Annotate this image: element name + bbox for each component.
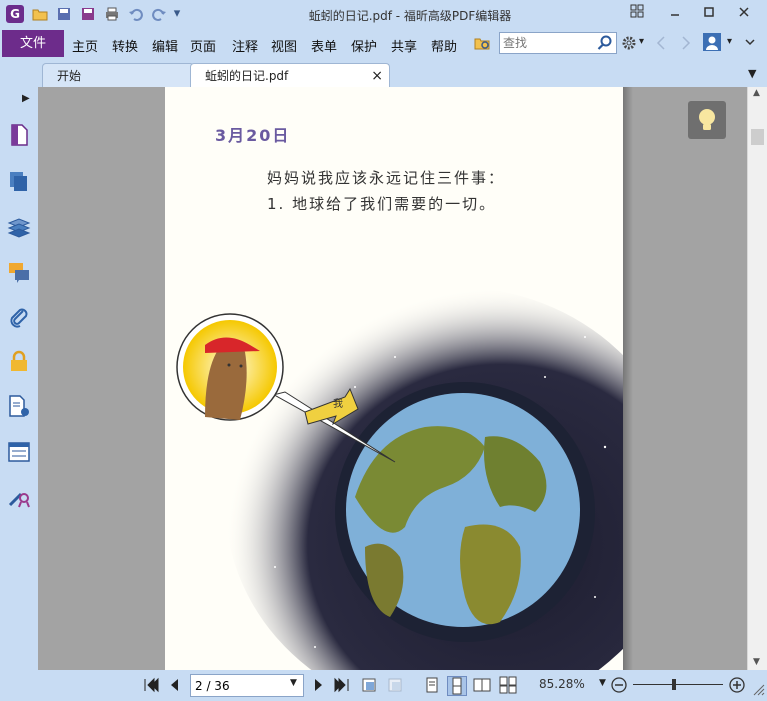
save-as-icon[interactable] — [80, 6, 96, 22]
menu-view[interactable]: 视图 — [271, 36, 297, 55]
menu-form[interactable]: 表单 — [311, 36, 337, 55]
status-bar: ▼ 85.28% ▼ — [0, 670, 767, 701]
tab-start[interactable]: 开始 — [42, 63, 194, 88]
menu-protect[interactable]: 保护 — [351, 36, 377, 55]
close-window-button[interactable] — [734, 4, 754, 24]
ribbon-display-icon[interactable] — [627, 4, 647, 24]
menu-share[interactable]: 共享 — [391, 36, 417, 55]
page-text-line-2: 1. 地球给了我们需要的一切。 — [267, 195, 497, 213]
next-view-status-icon[interactable] — [386, 676, 404, 694]
page-shadow — [623, 87, 633, 670]
zoom-in-icon[interactable] — [728, 676, 746, 694]
zoom-dropdown-icon[interactable]: ▼ — [599, 678, 606, 688]
search-icon[interactable] — [596, 34, 614, 52]
page-number-input[interactable] — [191, 675, 291, 696]
scrollbar-thumb[interactable] — [751, 129, 764, 145]
previous-view-icon[interactable] — [655, 35, 667, 51]
signature-icon[interactable] — [7, 485, 31, 509]
attachments-icon[interactable] — [7, 305, 31, 329]
page-dropdown-icon[interactable]: ▼ — [290, 678, 297, 688]
scroll-up-icon[interactable]: ▲ — [753, 88, 760, 98]
search-box — [499, 32, 617, 54]
window-title: 蚯蚓的日记.pdf - 福昕高级PDF编辑器 — [308, 9, 512, 23]
pages-icon[interactable] — [7, 169, 31, 193]
account-dropdown-icon[interactable]: ▾ — [727, 36, 732, 47]
document-view: 3月20日 妈妈说我应该永远记住三件事： 1. 地球给了我们需要的一切。 我 — [38, 87, 747, 670]
redo-icon[interactable] — [151, 6, 167, 22]
tab-list-dropdown-icon[interactable]: ▼ — [748, 67, 756, 80]
tab-start-label: 开始 — [57, 69, 82, 83]
zoom-level-text: 85.28% — [539, 677, 585, 691]
scroll-down-icon[interactable]: ▼ — [753, 657, 760, 667]
previous-page-icon[interactable] — [166, 676, 184, 694]
page-text-line-1: 妈妈说我应该永远记住三件事： — [267, 169, 506, 187]
save-icon[interactable] — [56, 6, 72, 22]
resize-grip-icon[interactable] — [751, 682, 765, 696]
last-page-icon[interactable] — [333, 676, 351, 694]
tab-document[interactable]: 蚯蚓的日记.pdf × — [190, 63, 390, 88]
continuous-view-icon[interactable] — [447, 676, 467, 696]
menu-convert[interactable]: 转换 — [112, 36, 138, 55]
settings-dropdown-icon[interactable]: ▾ — [639, 36, 644, 47]
tab-document-label: 蚯蚓的日记.pdf — [205, 69, 289, 83]
page-number-box: ▼ — [190, 674, 304, 697]
document-properties-icon[interactable] — [7, 394, 31, 418]
menu-comment[interactable]: 注释 — [232, 36, 258, 55]
earth-illustration: 我 — [176, 287, 623, 670]
next-page-icon[interactable] — [309, 676, 327, 694]
minimize-button[interactable] — [665, 4, 685, 24]
search-input[interactable] — [500, 33, 598, 53]
comments-icon[interactable] — [7, 260, 31, 284]
undo-icon[interactable] — [128, 6, 144, 22]
layers-icon[interactable] — [7, 215, 31, 239]
page-thumbnail-icon[interactable] — [7, 123, 31, 147]
collapse-ribbon-icon[interactable] — [743, 35, 757, 49]
form-fields-icon[interactable] — [7, 440, 31, 464]
arrow-label: 我 — [333, 398, 343, 410]
zoom-slider-thumb[interactable] — [671, 679, 676, 690]
app-logo-icon[interactable]: G — [6, 5, 24, 23]
navigation-panel-toolbar: ▶ — [0, 87, 41, 670]
user-account-icon[interactable] — [703, 33, 721, 51]
menu-edit[interactable]: 编辑 — [152, 36, 178, 55]
settings-gear-icon[interactable] — [620, 34, 638, 52]
menu-home[interactable]: 主页 — [72, 36, 98, 55]
lightbulb-icon — [699, 109, 715, 130]
close-tab-icon[interactable]: × — [371, 64, 383, 88]
zoom-slider-track[interactable] — [633, 684, 723, 685]
title-bar: G ▾ 蚯蚓的日记.pdf - 福昕高级PDF编辑器 — [0, 0, 767, 29]
menu-bar: 文件 主页 转换 编辑 页面 注释 视图 表单 保护 共享 帮助 ▾ ▾ — [0, 29, 767, 59]
pdf-page[interactable]: 3月20日 妈妈说我应该永远记住三件事： 1. 地球给了我们需要的一切。 我 — [165, 87, 623, 670]
security-lock-icon[interactable] — [7, 349, 31, 373]
tips-lightbulb-button[interactable] — [688, 101, 726, 139]
zoom-out-icon[interactable] — [610, 676, 628, 694]
vertical-scrollbar[interactable]: ▲ ▼ — [747, 87, 767, 670]
document-tab-row: 开始 蚯蚓的日记.pdf × ▼ — [0, 59, 767, 88]
page-date-heading: 3月20日 — [215, 126, 291, 145]
expand-panel-icon[interactable]: ▶ — [22, 93, 30, 104]
facing-view-icon[interactable] — [473, 676, 491, 694]
maximize-button[interactable] — [699, 4, 719, 24]
open-folder-icon[interactable] — [32, 6, 48, 22]
customize-quick-access-icon[interactable]: ▾ — [172, 6, 182, 22]
file-menu-button[interactable]: 文件 — [2, 30, 64, 57]
menu-page[interactable]: 页面 — [190, 36, 216, 55]
previous-view-status-icon[interactable] — [360, 676, 378, 694]
single-page-view-icon[interactable] — [423, 676, 441, 694]
print-icon[interactable] — [104, 6, 120, 22]
menu-help[interactable]: 帮助 — [431, 36, 457, 55]
first-page-icon[interactable] — [142, 676, 160, 694]
search-folder-icon[interactable] — [474, 34, 492, 52]
next-view-icon[interactable] — [680, 35, 692, 51]
continuous-facing-view-icon[interactable] — [499, 676, 517, 694]
